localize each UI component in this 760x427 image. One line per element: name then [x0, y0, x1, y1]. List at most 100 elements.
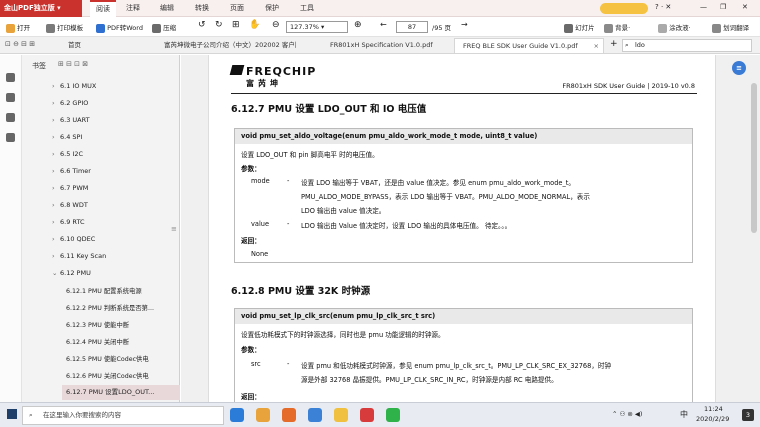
open-button[interactable]: 打开: [6, 22, 30, 33]
sidebar-item-keyscan[interactable]: › 6.11 Key Scan: [52, 252, 106, 260]
clock-time[interactable]: 11:24: [704, 405, 723, 413]
new-tab-button[interactable]: +: [610, 39, 618, 49]
tab-sdk-guide[interactable]: FREQ BLE SDK User Guide V1.0.pdf ×: [454, 38, 604, 53]
menu-convert[interactable]: 转换: [195, 0, 209, 17]
sidebar-collapse-handle[interactable]: ≡: [171, 225, 177, 233]
print-template-button[interactable]: 打印模板: [46, 22, 83, 33]
sidebar-subitem-6-12-3[interactable]: 6.12.3 PMU 使能中断: [66, 320, 129, 329]
pdf-to-word-button[interactable]: PDF转Word: [96, 22, 143, 33]
sidebar-subitem-6-12-7[interactable]: 6.12.7 PMU 设置LDO_OUT...: [62, 385, 180, 400]
sidebar-item-qdec[interactable]: › 6.10 QDEC: [52, 235, 95, 243]
slideshow-label: 幻灯片: [575, 24, 595, 32]
ime-indicator[interactable]: 中: [680, 409, 688, 420]
bookmark-panel-icon[interactable]: [6, 73, 15, 82]
param-name: mode: [251, 177, 270, 185]
rotate-right-icon[interactable]: ↻: [215, 20, 223, 30]
zoom-out-icon[interactable]: ⊖: [272, 20, 280, 30]
translate-button[interactable]: 划词翻译: [712, 22, 749, 33]
compress-button[interactable]: 压缩: [152, 22, 176, 33]
zoom-select[interactable]: 127.37% ▾: [286, 21, 348, 33]
return-label: 返回：: [241, 237, 261, 245]
menu-edit[interactable]: 编辑: [160, 0, 174, 17]
close-tab-icon[interactable]: ×: [594, 39, 599, 53]
search-input[interactable]: ⌕ ldo: [622, 39, 752, 52]
close-window-button[interactable]: ✕: [742, 3, 748, 11]
sidebar-item-spi[interactable]: › 6.4 SPI: [52, 133, 82, 141]
sidebar-item-rtc[interactable]: › 6.9 RTC: [52, 218, 85, 226]
sidebar-item-pwm[interactable]: › 6.7 PWM: [52, 184, 88, 192]
taskbar-search-input[interactable]: ⌕ 在这里输入你要搜索的内容: [22, 406, 224, 425]
search-icon: ⌕: [625, 41, 629, 49]
sidebar-item-label: 6.12.2 PMU 判断系统是否第...: [66, 305, 154, 312]
menu-annotate[interactable]: 注释: [126, 0, 140, 17]
background-button[interactable]: 背景·: [604, 22, 630, 33]
hand-tool-icon[interactable]: ✋: [249, 20, 260, 30]
page-number-input[interactable]: 87: [396, 21, 428, 33]
sidebar-item-gpio[interactable]: › 6.2 GPIO: [52, 99, 88, 107]
windows-start-icon[interactable]: [7, 409, 17, 419]
function-box: void pmu_set_lp_clk_src(enum pmu_lp_clk_…: [234, 308, 693, 402]
menu-tools[interactable]: 工具: [300, 0, 314, 17]
kingsoft-pdf-icon[interactable]: [360, 408, 374, 422]
menu-read[interactable]: 阅读: [90, 0, 116, 17]
app-menu-button[interactable]: 金山PDF独立版 ▾: [0, 0, 82, 17]
sidebar-subitem-6-12-2[interactable]: 6.12.2 PMU 判断系统是否第...: [66, 303, 154, 312]
bookmark-tool-icons[interactable]: ⊞ ⊟ ⊡ ⊠: [58, 60, 88, 68]
left-panel-icons: [0, 55, 22, 402]
running-header: FR801xH SDK User Guide | 2019-10 v0.8: [562, 82, 695, 90]
tab-spec[interactable]: FR801xH Specification V1.0.pdf: [300, 38, 450, 53]
sidebar-item-label: 6.12.7 PMU 设置LDO_OUT...: [66, 388, 155, 396]
menu-protect[interactable]: 保护: [265, 0, 279, 17]
help-tools[interactable]: ? · ✕: [655, 3, 671, 11]
wps-writer-icon[interactable]: [308, 408, 322, 422]
restore-button[interactable]: ❐: [720, 3, 726, 11]
annotation-panel-icon[interactable]: [6, 113, 15, 122]
edge-icon[interactable]: [230, 408, 244, 422]
sidebar-subitem-6-12-5[interactable]: 6.12.5 PMU 使能Codec供电: [66, 354, 149, 363]
taskbar-search-placeholder: 在这里输入你要搜索的内容: [43, 411, 121, 419]
menu-page[interactable]: 页面: [230, 0, 244, 17]
sidebar-item-timer[interactable]: › 6.6 Timer: [52, 167, 91, 175]
chevron-right-icon: ›: [52, 133, 55, 141]
params-label: 参数：: [241, 346, 261, 354]
sidebar-item-label: 6.7 PWM: [60, 184, 89, 192]
thumbnail-panel-icon[interactable]: [6, 93, 15, 102]
firefox-icon[interactable]: [282, 408, 296, 422]
chevron-right-icon: ›: [52, 184, 55, 192]
tab-home-label: 首页: [68, 41, 81, 49]
sidebar-subitem-6-12-6[interactable]: 6.12.6 PMU 关闭Codec供电: [66, 371, 149, 380]
prev-page-icon[interactable]: ←: [380, 20, 387, 29]
tray-icons[interactable]: ⌃ ⚇ ⊚ ◀): [612, 410, 642, 418]
folder-app-icon[interactable]: [334, 408, 348, 422]
sidebar-item-label: 6.11 Key Scan: [60, 252, 107, 260]
sidebar-item-io-mux[interactable]: › 6.1 IO MUX: [52, 82, 96, 90]
next-page-icon[interactable]: →: [461, 20, 468, 29]
scrollbar-thumb[interactable]: [751, 83, 757, 233]
file-explorer-icon[interactable]: [256, 408, 270, 422]
nav-icons[interactable]: ⊡ ⊖ ⊟ ⊞: [5, 40, 35, 48]
tab-home[interactable]: 首页: [56, 38, 144, 53]
wechat-icon[interactable]: [386, 408, 400, 422]
tab-company-intro[interactable]: 富芮坤微电子公司介绍（中文）202002 客户版.pdf: [148, 38, 296, 53]
param-name: value: [251, 220, 270, 228]
clock-date[interactable]: 2020/2/29: [696, 415, 729, 423]
minimize-button[interactable]: —: [700, 3, 707, 11]
notification-center-icon[interactable]: 3: [742, 409, 754, 421]
function-signature: void pmu_set_aldo_voltage(enum pmu_aldo_…: [235, 129, 692, 144]
zoom-in-icon[interactable]: ⊕: [354, 20, 362, 30]
sidebar-item-uart[interactable]: › 6.3 UART: [52, 116, 90, 124]
assistant-badge-icon[interactable]: ≡: [732, 61, 746, 75]
sidebar-item-label: 6.12.3 PMU 使能中断: [66, 322, 130, 329]
tab-bar: ⊡ ⊖ ⊟ ⊞ 首页 富芮坤微电子公司介绍（中文）202002 客户版.pdf …: [0, 37, 760, 54]
sidebar-item-pmu[interactable]: ⌄ 6.12 PMU: [52, 269, 91, 277]
sidebar-item-i2c[interactable]: › 6.5 I2C: [52, 150, 83, 158]
annotation-button[interactable]: 涂改液·: [658, 22, 691, 33]
sidebar-item-wdt[interactable]: › 6.8 WDT: [52, 201, 88, 209]
sidebar-subitem-6-12-1[interactable]: 6.12.1 PMU 配置系统电源: [66, 286, 142, 295]
attachment-panel-icon[interactable]: [6, 133, 15, 142]
rotate-left-icon[interactable]: ↺: [198, 20, 206, 30]
select-tool-icon[interactable]: ⊞: [232, 20, 240, 30]
slideshow-button[interactable]: 幻灯片: [564, 22, 595, 33]
user-avatar[interactable]: [600, 3, 648, 14]
sidebar-subitem-6-12-4[interactable]: 6.12.4 PMU 关闭中断: [66, 337, 129, 346]
